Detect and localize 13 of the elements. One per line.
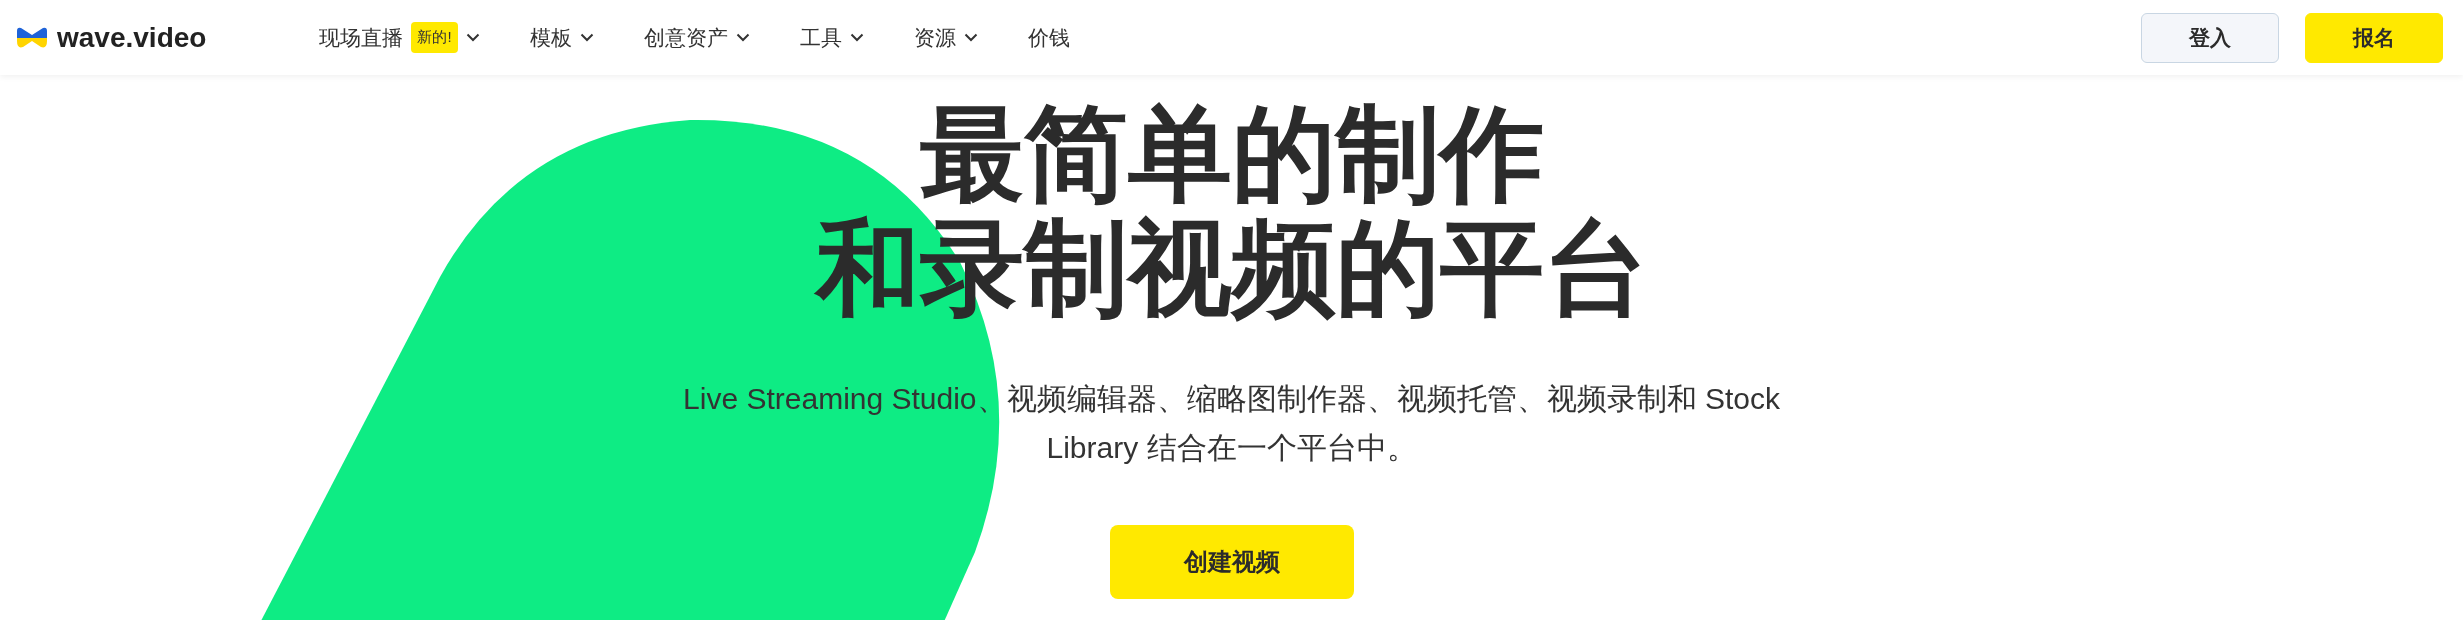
logo-icon[interactable]: [15, 26, 49, 49]
hero-description: Live Streaming Studio、视频编辑器、缩略图制作器、视频托管、视频录制和 Stock Library 结合在一个平台中。: [682, 380, 1781, 467]
nav-menu-item[interactable]: 工具: [774, 21, 889, 54]
nav-menu-item[interactable]: 价钱: [1002, 21, 1095, 54]
new-badge: 新的!: [411, 22, 458, 53]
nav-menu-item[interactable]: 模板: [504, 21, 619, 54]
create-video-button[interactable]: 创建视频: [1109, 524, 1354, 599]
login-button[interactable]: 登入: [2141, 12, 2279, 63]
nav-menu-item[interactable]: 资源: [888, 21, 1003, 54]
logo-text[interactable]: wave.video: [57, 16, 207, 59]
signup-button[interactable]: 报名: [2305, 12, 2443, 63]
nav-menu-item[interactable]: 创意资产: [618, 21, 775, 54]
nav-menu-item[interactable]: 现场直播 新的!: [294, 21, 505, 54]
